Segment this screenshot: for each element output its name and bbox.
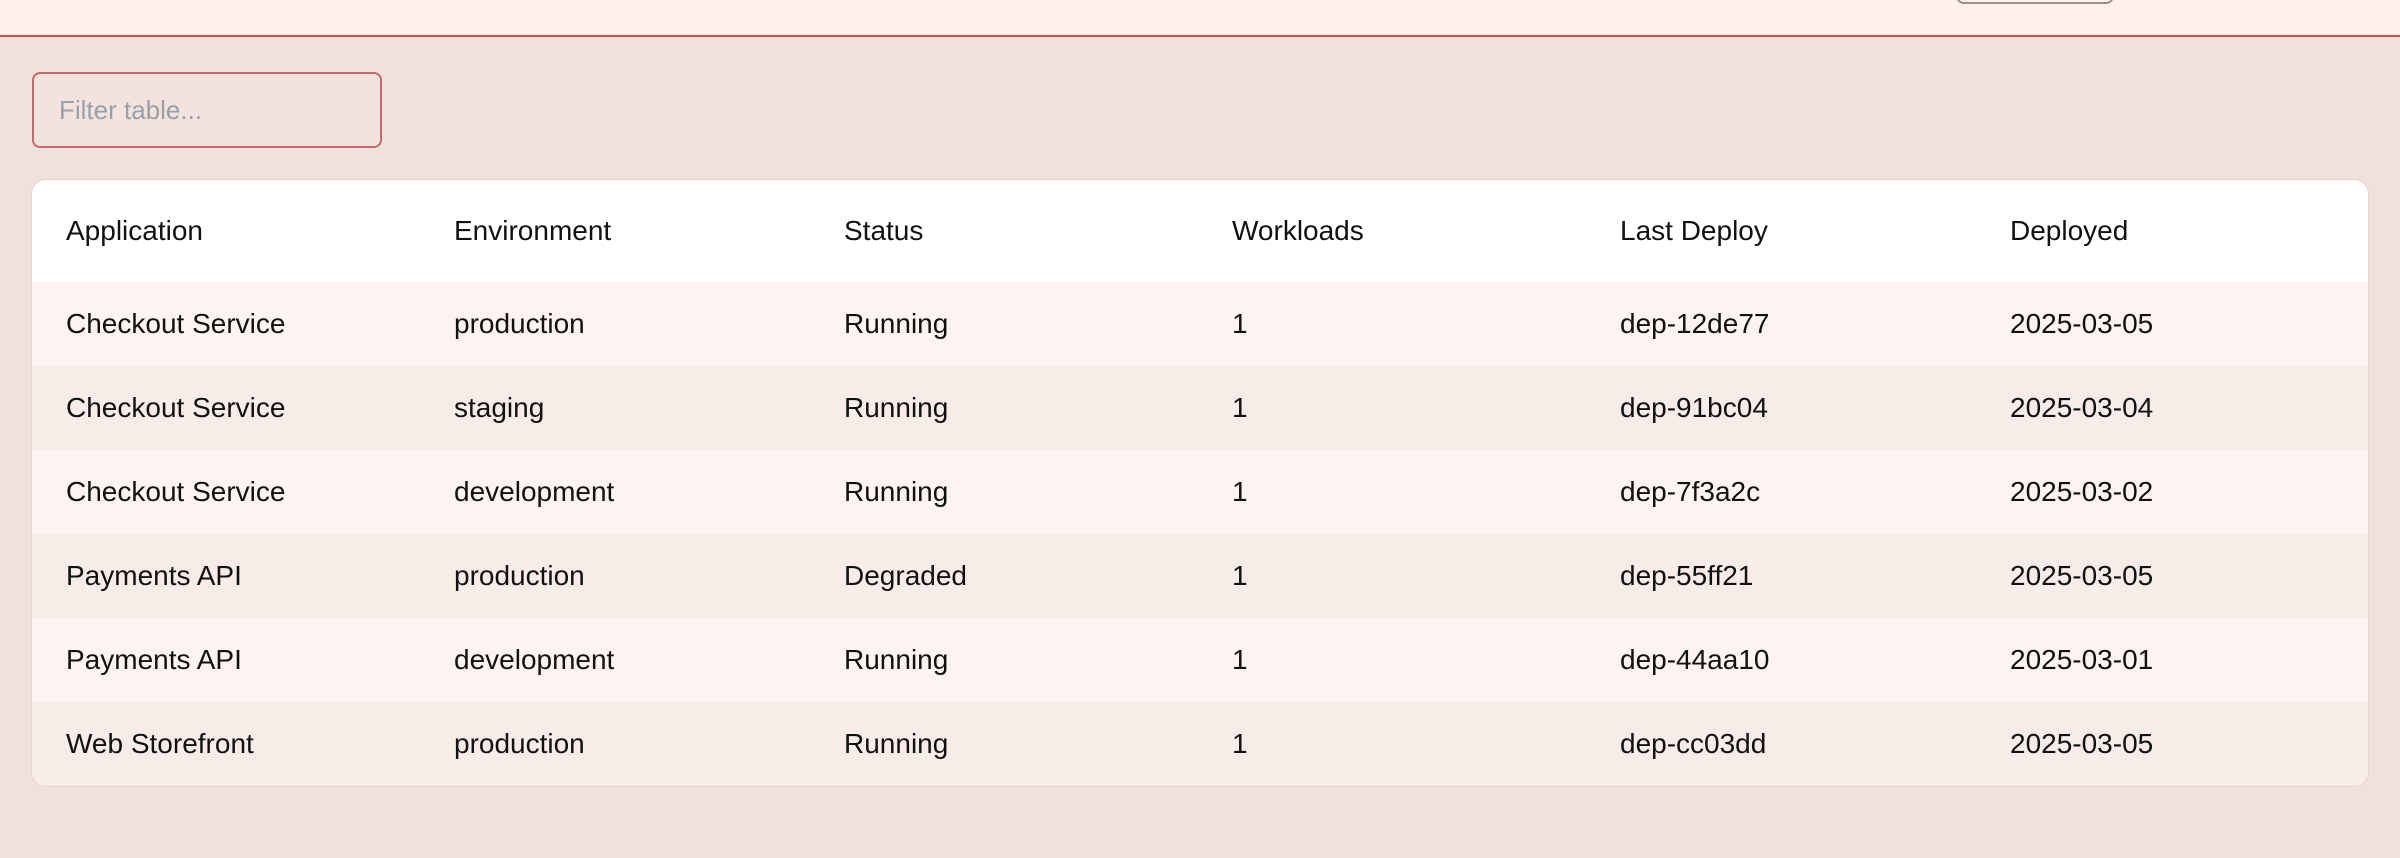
column-header-last-deploy[interactable]: Last Deploy: [1620, 180, 1768, 282]
column-header-environment[interactable]: Environment: [454, 180, 611, 282]
workloads-cell: 1: [1232, 560, 1248, 591]
last-deploy-cell: dep-91bc04: [1620, 392, 1768, 423]
application-cell: Payments API: [66, 644, 242, 675]
environment-cell: production: [454, 728, 585, 759]
top-bar: [0, 0, 2400, 37]
column-header-deployed[interactable]: Deployed: [2010, 180, 2128, 282]
status-cell: Running: [844, 308, 949, 339]
application-cell: Checkout Service: [66, 476, 286, 507]
workloads-cell: 1: [1232, 644, 1248, 675]
table-header-row: Application Environment Status Workloads…: [32, 180, 2368, 282]
table-row[interactable]: Payments API production Degraded 1 dep-5…: [32, 534, 2368, 618]
environment-cell: production: [454, 560, 585, 591]
deployed-date-cell: 2025-03-02: [2010, 476, 2154, 507]
last-deploy-cell: dep-55ff21: [1620, 560, 1754, 591]
environment-cell: production: [454, 308, 585, 339]
application-cell: Payments API: [66, 560, 242, 591]
column-header-status[interactable]: Status: [844, 180, 923, 282]
application-cell: Checkout Service: [66, 392, 286, 423]
deployments-table: Application Environment Status Workloads…: [32, 180, 2368, 786]
environment-cell: staging: [454, 392, 545, 423]
workloads-cell: 1: [1232, 308, 1248, 339]
last-deploy-cell: dep-44aa10: [1620, 644, 1770, 675]
status-cell: Degraded: [844, 560, 967, 591]
workloads-cell: 1: [1232, 392, 1248, 423]
last-deploy-cell: dep-7f3a2c: [1620, 476, 1761, 507]
filter-table-input[interactable]: [32, 72, 382, 148]
deployed-date-cell: 2025-03-05: [2010, 728, 2154, 759]
deployed-date-cell: 2025-03-01: [2010, 644, 2154, 675]
last-deploy-cell: dep-cc03dd: [1620, 728, 1767, 759]
status-cell: Running: [844, 392, 949, 423]
table-row[interactable]: Checkout Service staging Running 1 dep-9…: [32, 366, 2368, 450]
table-row[interactable]: Checkout Service production Running 1 de…: [32, 282, 2368, 366]
header-button[interactable]: [1956, 0, 2114, 4]
status-cell: Running: [844, 644, 949, 675]
status-cell: Running: [844, 476, 949, 507]
deployed-date-cell: 2025-03-05: [2010, 560, 2154, 591]
table-row[interactable]: Payments API development Running 1 dep-4…: [32, 618, 2368, 702]
application-cell: Checkout Service: [66, 308, 286, 339]
column-header-application[interactable]: Application: [66, 180, 203, 282]
column-header-workloads[interactable]: Workloads: [1232, 180, 1364, 282]
workloads-cell: 1: [1232, 728, 1248, 759]
table-row[interactable]: Web Storefront production Running 1 dep-…: [32, 702, 2368, 786]
deployed-date-cell: 2025-03-04: [2010, 392, 2154, 423]
last-deploy-cell: dep-12de77: [1620, 308, 1770, 339]
deployed-date-cell: 2025-03-05: [2010, 308, 2154, 339]
workloads-cell: 1: [1232, 476, 1248, 507]
environment-cell: development: [454, 476, 615, 507]
status-cell: Running: [844, 728, 949, 759]
environment-cell: development: [454, 644, 615, 675]
table-row[interactable]: Checkout Service development Running 1 d…: [32, 450, 2368, 534]
application-cell: Web Storefront: [66, 728, 254, 759]
